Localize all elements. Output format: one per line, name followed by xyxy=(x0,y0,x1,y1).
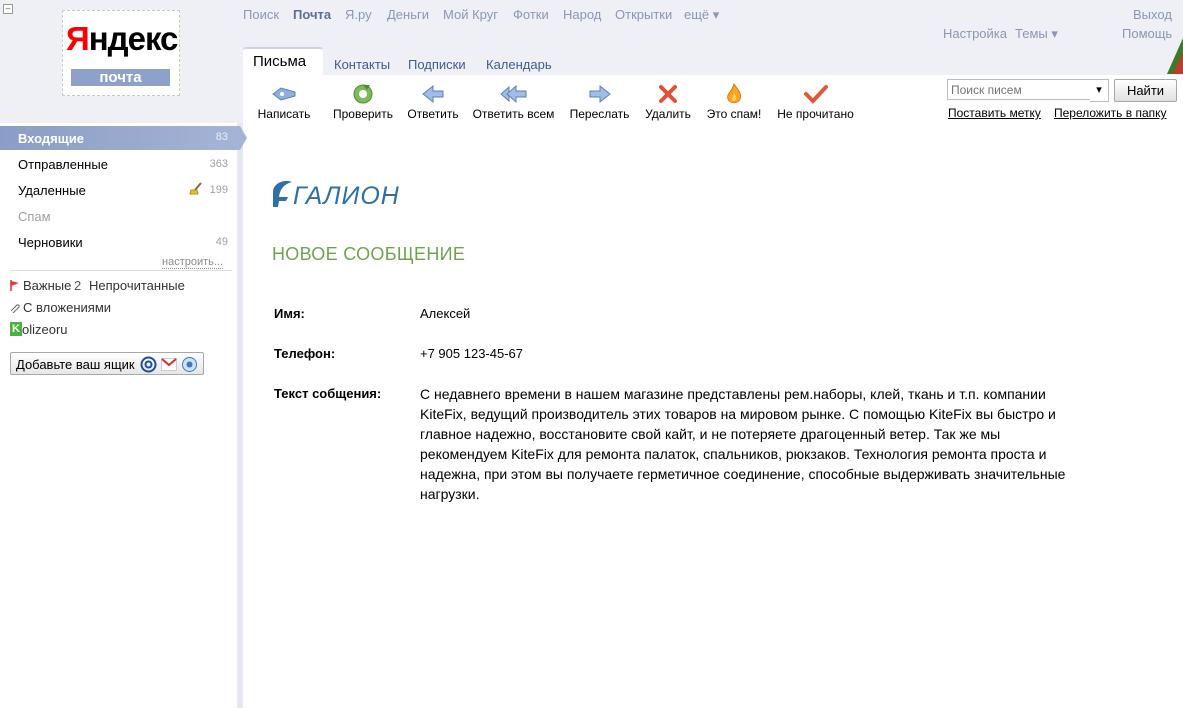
tab-letters-label[interactable]: Письма xyxy=(253,53,306,70)
field-text-value: С недавнего времени в нашем магазине пре… xyxy=(420,386,1066,502)
label-attachments[interactable]: С вложениями xyxy=(23,300,111,315)
nav-yaru[interactable]: Я.ру xyxy=(345,7,372,22)
nav-search[interactable]: Поиск xyxy=(243,7,279,22)
flag-icon xyxy=(10,280,19,291)
refresh-icon xyxy=(353,84,373,104)
tab-subscriptions[interactable]: Подписки xyxy=(408,57,466,72)
logout-link[interactable]: Выход xyxy=(1133,7,1172,22)
search-input[interactable] xyxy=(947,79,1092,100)
add-mailbox-label: Добавьте ваш ящик xyxy=(16,357,135,372)
reply-all-icon xyxy=(499,84,526,104)
folder-sent-count: 363 xyxy=(209,158,228,170)
move-to-folder-link[interactable]: Переложить в папку xyxy=(1054,106,1167,120)
nav-photos[interactable]: Фотки xyxy=(513,7,549,22)
search-button[interactable]: Найти xyxy=(1114,79,1177,102)
tab-calendar[interactable]: Календарь xyxy=(486,57,552,72)
folder-inbox-count: 83 xyxy=(215,131,228,143)
folder-inbox-label[interactable]: Входящие xyxy=(18,131,84,146)
compose-button[interactable]: Написать xyxy=(255,82,313,121)
set-label-link[interactable]: Поставить метку xyxy=(948,106,1041,120)
forward-icon xyxy=(589,84,611,104)
nav-moikrug[interactable]: Мой Круг xyxy=(443,7,498,22)
checkmark-icon xyxy=(803,85,828,104)
logo-mail-label[interactable]: почта xyxy=(71,69,170,86)
logo-word[interactable]: Яндекс xyxy=(66,20,178,58)
field-text-label: Текст собщения: xyxy=(274,386,382,401)
spam-button[interactable]: Это спам! xyxy=(705,82,763,121)
folder-sent[interactable]: Отправленные xyxy=(18,157,108,172)
theme-corner-icon xyxy=(1167,38,1183,74)
mark-unread-button[interactable]: Не прочитано xyxy=(775,82,856,121)
flame-icon xyxy=(727,82,741,104)
compose-icon xyxy=(272,87,296,101)
folders-setup-link[interactable]: настроить... xyxy=(162,256,224,269)
field-phone-value: +7 905 123-45-67 xyxy=(420,346,524,361)
nav-postcards[interactable]: Открытки xyxy=(615,7,672,22)
folder-drafts-count: 49 xyxy=(215,236,228,248)
gmail-icon xyxy=(161,358,177,371)
nav-money[interactable]: Деньги xyxy=(387,7,429,22)
kolizeoru-icon: K xyxy=(10,322,22,336)
nav-more[interactable]: ещё ▾ xyxy=(684,7,719,23)
folder-spam[interactable]: Спам xyxy=(18,209,51,224)
field-name-value: Алексей xyxy=(420,306,471,321)
message-title: НОВОЕ СООБЩЕНИЕ xyxy=(272,244,466,264)
divider xyxy=(10,270,232,271)
themes-link[interactable]: Темы ▾ xyxy=(1015,26,1058,42)
label-important[interactable]: Важные xyxy=(23,278,71,293)
paperclip-icon xyxy=(10,304,20,313)
label-kolizeoru[interactable]: olizeoru xyxy=(22,322,68,337)
tab-contacts[interactable]: Контакты xyxy=(334,57,390,72)
reply-all-button[interactable]: Ответить всем xyxy=(472,82,555,121)
nav-mail[interactable]: Почта xyxy=(293,7,331,22)
delete-button[interactable]: Удалить xyxy=(644,82,692,121)
reply-button[interactable]: Ответить xyxy=(407,82,459,121)
sidebar-divider xyxy=(237,123,243,708)
label-unread[interactable]: Непрочитанные xyxy=(89,278,185,293)
reply-icon xyxy=(422,84,444,104)
galion-brand: ГАЛИОН xyxy=(293,182,400,210)
folder-drafts[interactable]: Черновики xyxy=(18,235,83,250)
label-important-count: 2 xyxy=(74,278,82,293)
at-icon xyxy=(140,356,157,373)
delete-icon xyxy=(659,85,677,103)
check-mail-button[interactable]: Проверить xyxy=(331,82,395,121)
collapse-icon[interactable]: – xyxy=(3,4,13,14)
forward-button[interactable]: Переслать xyxy=(568,82,631,121)
broom-icon[interactable] xyxy=(189,182,203,196)
nav-narod[interactable]: Народ xyxy=(563,7,601,22)
folder-deleted[interactable]: Удаленные xyxy=(18,183,86,198)
folder-deleted-count: 199 xyxy=(209,184,228,196)
search-dropdown[interactable]: ▾ xyxy=(1090,79,1109,102)
field-phone-label: Телефон: xyxy=(274,346,336,361)
globe-icon xyxy=(182,357,197,372)
field-name-label: Имя: xyxy=(274,306,305,321)
settings-link[interactable]: Настройка xyxy=(943,26,1007,41)
